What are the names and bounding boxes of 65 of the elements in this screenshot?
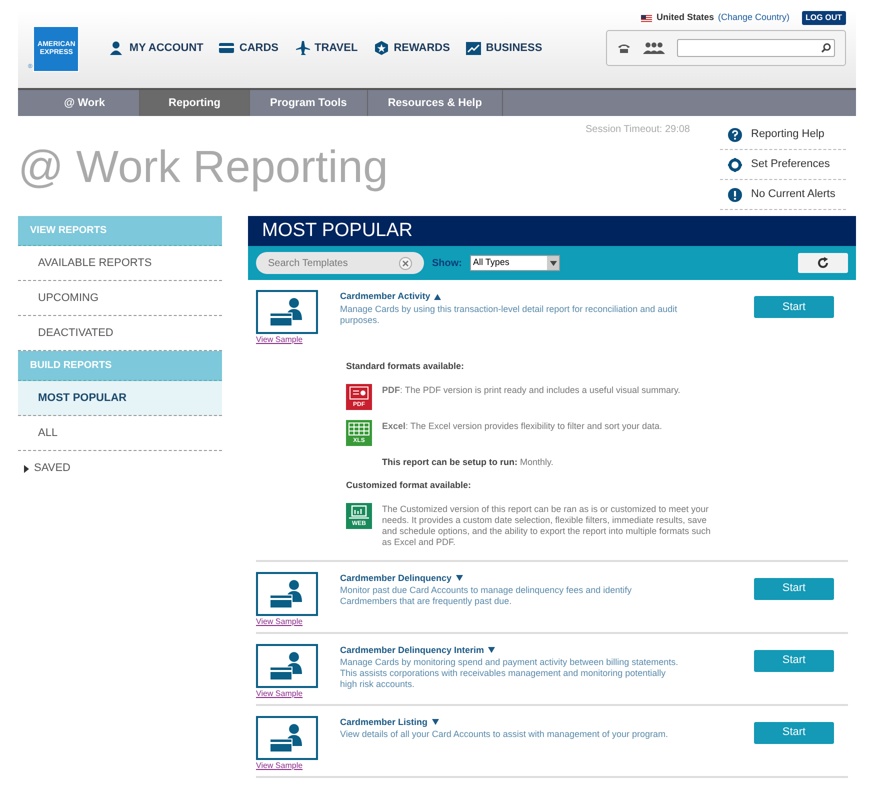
report-description: Manage Cards by monitoring spend and payment activity between billing statements. This assists corporations with receivables management and monitoring potentially high risk accounts.: [340, 657, 680, 690]
nav-link[interactable]: MY ACCOUNT: [109, 40, 204, 56]
report-description: View details of all your Card Accounts to assist with management of your program.: [340, 729, 669, 740]
template-search-field[interactable]: Search Templates: [256, 252, 424, 274]
search-icon: [821, 43, 831, 53]
cardmember-icon: [256, 572, 318, 616]
report-title-link[interactable]: Cardmember Delinquency Interim: [340, 644, 680, 657]
section-heading: Customized format available:: [346, 479, 472, 492]
search-input[interactable]: Search Templates: [268, 256, 399, 270]
format-description: PDF: The PDF version is print ready and includes a useful visual summary.: [382, 384, 682, 396]
gear-icon: [728, 158, 742, 172]
alert-icon: [728, 188, 742, 202]
help-link[interactable]: Reporting Help: [720, 120, 846, 150]
person-icon: [109, 41, 124, 56]
chart-icon: [466, 41, 481, 56]
report-title-link[interactable]: Cardmember Activity: [340, 290, 680, 304]
format-description: The Customized version of this report can be ran as is or customized to meet your needs. It provides a custom date selection, flexible filters, immediate results, save and schedule options, and the ability to export the report into multiple formats such as Excel and PDF.: [382, 502, 712, 548]
sidebar-item[interactable]: MOST POPULAR: [18, 381, 222, 416]
nav-link[interactable]: BUSINESS: [466, 40, 542, 56]
nav-link[interactable]: CARDS: [219, 40, 278, 56]
question-icon: [728, 128, 742, 142]
star-icon: [374, 41, 389, 56]
search-field[interactable]: [677, 39, 835, 57]
report-title-link[interactable]: Cardmember Delinquency: [340, 572, 680, 585]
logout-button[interactable]: LOG OUT: [802, 11, 846, 25]
sidebar-heading: BUILD REPORTS: [18, 351, 222, 381]
nav-tab[interactable]: Reporting: [140, 90, 250, 116]
expand-arrow-icon: [24, 464, 29, 472]
section-heading: Standard formats available:: [346, 360, 466, 373]
change-country-link[interactable]: (Change Country): [718, 11, 790, 25]
type-dropdown[interactable]: All Types: [470, 255, 560, 271]
cardmember-icon: [256, 290, 318, 334]
cardmember-icon: [256, 716, 318, 760]
expand-caret-icon: [456, 575, 463, 582]
sidebar-heading: VIEW REPORTS: [18, 216, 222, 246]
view-sample-link[interactable]: View Sample: [256, 760, 303, 772]
session-timeout: Session Timeout: 29:08: [585, 123, 690, 137]
nav-link[interactable]: REWARDS: [374, 40, 450, 56]
flag-icon: [641, 14, 652, 22]
show-label: Show:: [432, 256, 462, 270]
expand-caret-icon: [432, 719, 439, 726]
page-title: @ Work Reporting: [18, 142, 389, 192]
report-description: Manage Cards by using this transaction-level detail report for reconciliation and audit purposes.: [340, 304, 678, 326]
format-description: Excel: The Excel version provides flexibility to filter and sort your data.: [382, 420, 663, 432]
cardmember-icon: [256, 644, 318, 688]
refresh-icon: [817, 257, 829, 269]
clear-icon[interactable]: [399, 256, 412, 270]
panel-title: MOST POPULAR: [262, 218, 413, 243]
help-link[interactable]: Set Preferences: [720, 150, 846, 180]
view-sample-link[interactable]: View Sample: [256, 334, 303, 346]
collapse-caret-icon: [434, 294, 442, 300]
people-icon[interactable]: [643, 42, 665, 54]
help-link[interactable]: No Current Alerts: [720, 180, 846, 210]
country-label: United States: [656, 11, 714, 24]
card-icon: [219, 41, 234, 56]
view-sample-link[interactable]: View Sample: [256, 688, 303, 700]
expand-caret-icon: [488, 647, 496, 654]
sidebar-item[interactable]: SAVED: [18, 451, 222, 486]
view-sample-link[interactable]: View Sample: [256, 616, 303, 628]
plane-icon: [294, 41, 310, 56]
refresh-button[interactable]: [798, 253, 848, 273]
report-title-link[interactable]: Cardmember Listing: [340, 716, 680, 729]
schedule-note: This report can be setup to run: Monthly.: [381, 456, 554, 469]
report-description: Monitor past due Card Accounts to manage delinquency fees and identify Cardmembers that are frequently past due.: [340, 585, 633, 607]
nav-link[interactable]: TRAVEL: [294, 40, 358, 56]
